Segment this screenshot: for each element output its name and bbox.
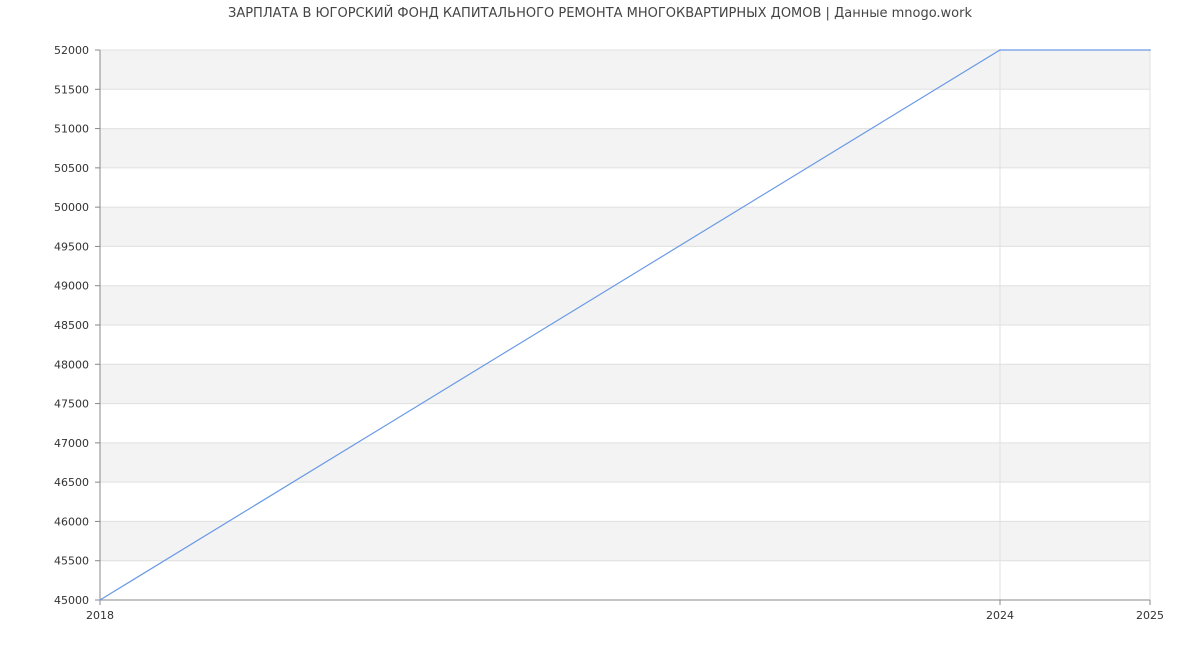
y-tick-label: 45000 bbox=[54, 594, 89, 607]
background-band bbox=[100, 128, 1150, 168]
x-tick-label: 2024 bbox=[986, 609, 1014, 622]
data-point bbox=[1149, 49, 1151, 51]
y-tick-label: 50500 bbox=[54, 162, 89, 175]
x-tick-labels: 2018 2024 2025 bbox=[86, 609, 1164, 622]
y-tick-label: 51000 bbox=[54, 123, 89, 136]
y-tick-label: 47500 bbox=[54, 398, 89, 411]
background-band bbox=[100, 50, 1150, 90]
background-band bbox=[100, 442, 1150, 483]
line-chart: 45000 45500 46000 46500 47000 47500 48000 48500… bbox=[54, 44, 1164, 622]
y-tick-label: 49000 bbox=[54, 280, 89, 293]
data-point bbox=[99, 599, 101, 601]
y-tick-label: 51500 bbox=[54, 83, 89, 96]
x-tick-label: 2025 bbox=[1136, 609, 1164, 622]
background-band bbox=[100, 521, 1150, 561]
y-tick-label: 46500 bbox=[54, 476, 89, 489]
y-tick-label: 46000 bbox=[54, 515, 89, 528]
background-bands bbox=[100, 50, 1150, 561]
background-band bbox=[100, 285, 1150, 325]
x-tick-label: 2018 bbox=[86, 609, 114, 622]
background-band bbox=[100, 207, 1150, 247]
y-tick-labels: 45000 45500 46000 46500 47000 47500 48000 48500… bbox=[54, 44, 89, 607]
y-tick-label: 50000 bbox=[54, 201, 89, 214]
chart-container: ЗАРПЛАТА В ЮГОРСКИЙ ФОНД КАПИТАЛЬНОГО РЕ… bbox=[0, 0, 1200, 650]
y-tick-label: 48500 bbox=[54, 319, 89, 332]
data-point bbox=[999, 49, 1001, 51]
y-tick-label: 52000 bbox=[54, 44, 89, 57]
y-tick-label: 49500 bbox=[54, 240, 89, 253]
y-tick-label: 45500 bbox=[54, 555, 89, 568]
y-tick-label: 47000 bbox=[54, 437, 89, 450]
y-tick-label: 48000 bbox=[54, 358, 89, 371]
background-band bbox=[100, 364, 1150, 404]
